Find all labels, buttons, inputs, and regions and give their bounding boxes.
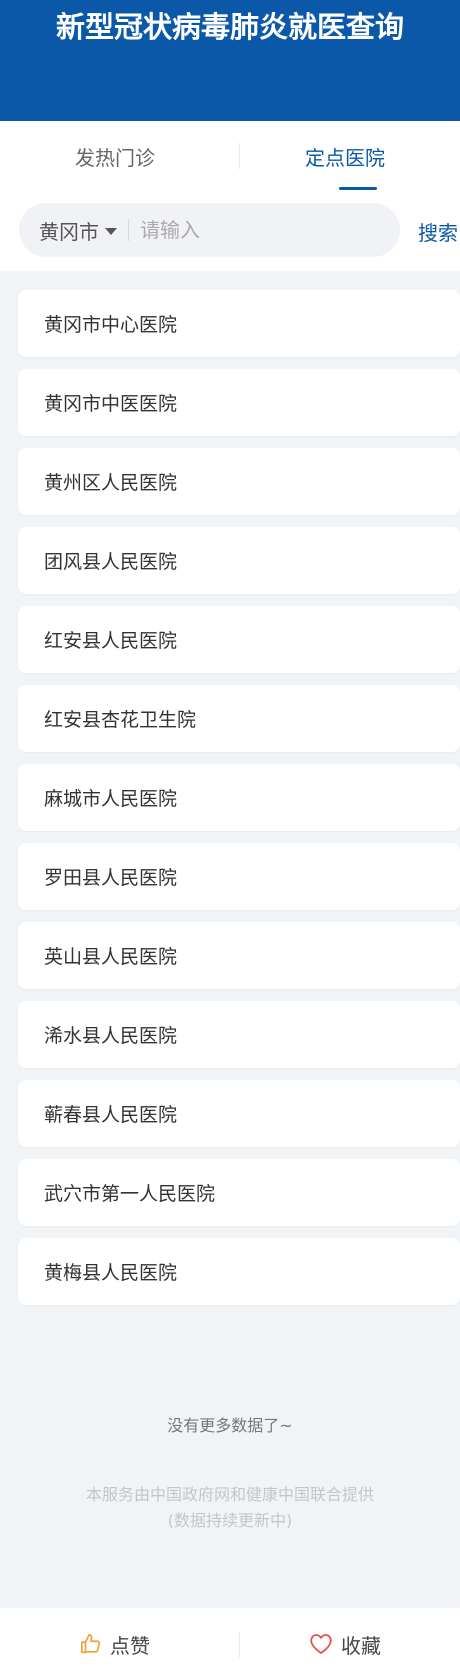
- hospital-name: 浠水县人民医院: [44, 1025, 178, 1047]
- list-item[interactable]: 英山县人民医院: [18, 922, 460, 989]
- hospital-name: 团风县人民医院: [44, 551, 178, 573]
- list-item[interactable]: 红安县人民医院: [18, 606, 460, 673]
- hospital-name: 蕲春县人民医院: [44, 1104, 178, 1126]
- list-item[interactable]: 蕲春县人民医院: [18, 1080, 460, 1147]
- list-item[interactable]: 麻城市人民医院: [18, 764, 460, 831]
- list-item[interactable]: 罗田县人民医院: [18, 843, 460, 910]
- search-button[interactable]: 搜索: [418, 191, 458, 271]
- search-input[interactable]: [140, 203, 385, 257]
- hospital-name: 英山县人民医院: [44, 946, 178, 968]
- list-item[interactable]: 团风县人民医院: [18, 527, 460, 594]
- service-notice: 本服务由中国政府网和健康中国联合提供 (数据持续更新中): [0, 1482, 460, 1534]
- tab-designated-hospital[interactable]: 定点医院: [230, 121, 460, 191]
- search-box: 黄冈市: [19, 203, 400, 257]
- list-item[interactable]: 黄冈市中医医院: [18, 369, 460, 436]
- hospital-name: 黄冈市中心医院: [44, 314, 178, 336]
- bottom-bar: 点赞 收藏: [0, 1607, 460, 1680]
- like-button[interactable]: 点赞: [0, 1608, 230, 1680]
- hospital-name: 麻城市人民医院: [44, 788, 178, 810]
- list-item[interactable]: 黄梅县人民医院: [18, 1238, 460, 1305]
- list-item[interactable]: 浠水县人民医院: [18, 1001, 460, 1068]
- hospital-name: 红安县杏花卫生院: [44, 709, 197, 731]
- header: 新型冠状病毒肺炎就医查询: [0, 0, 460, 121]
- search-divider: [128, 219, 129, 241]
- hospital-name: 罗田县人民医院: [44, 867, 178, 889]
- collect-button[interactable]: 收藏: [230, 1608, 460, 1680]
- active-tab-indicator: [339, 187, 377, 190]
- tab-fever-clinic[interactable]: 发热门诊: [0, 121, 230, 191]
- caret-down-icon: [105, 227, 117, 235]
- list-item[interactable]: 黄冈市中心医院: [18, 290, 460, 357]
- hospital-name: 红安县人民医院: [44, 630, 178, 652]
- list-item[interactable]: 武穴市第一人民医院: [18, 1159, 460, 1226]
- heart-icon: [310, 1634, 332, 1654]
- list-item[interactable]: 红安县杏花卫生院: [18, 685, 460, 752]
- tab-bar: 发热门诊 定点医院: [0, 121, 460, 191]
- list-item[interactable]: 黄州区人民医院: [18, 448, 460, 515]
- like-label: 点赞: [110, 1633, 150, 1658]
- page-title: 新型冠状病毒肺炎就医查询: [55, 10, 404, 44]
- hospital-name: 黄州区人民医院: [44, 472, 178, 494]
- city-label: 黄冈市: [39, 219, 99, 244]
- hospital-name: 武穴市第一人民医院: [44, 1183, 216, 1205]
- hospital-name: 黄梅县人民医院: [44, 1262, 178, 1284]
- search-bar: 黄冈市 搜索: [0, 191, 460, 271]
- service-notice-line2: (数据持续更新中): [167, 1511, 293, 1530]
- no-more-data: 没有更多数据了~: [167, 1416, 293, 1435]
- collect-label: 收藏: [341, 1633, 381, 1658]
- city-selector[interactable]: 黄冈市: [39, 203, 117, 257]
- hospital-name: 黄冈市中医医院: [44, 393, 178, 415]
- service-notice-line1: 本服务由中国政府网和健康中国联合提供: [85, 1485, 374, 1504]
- thumbs-up-icon: [81, 1634, 101, 1654]
